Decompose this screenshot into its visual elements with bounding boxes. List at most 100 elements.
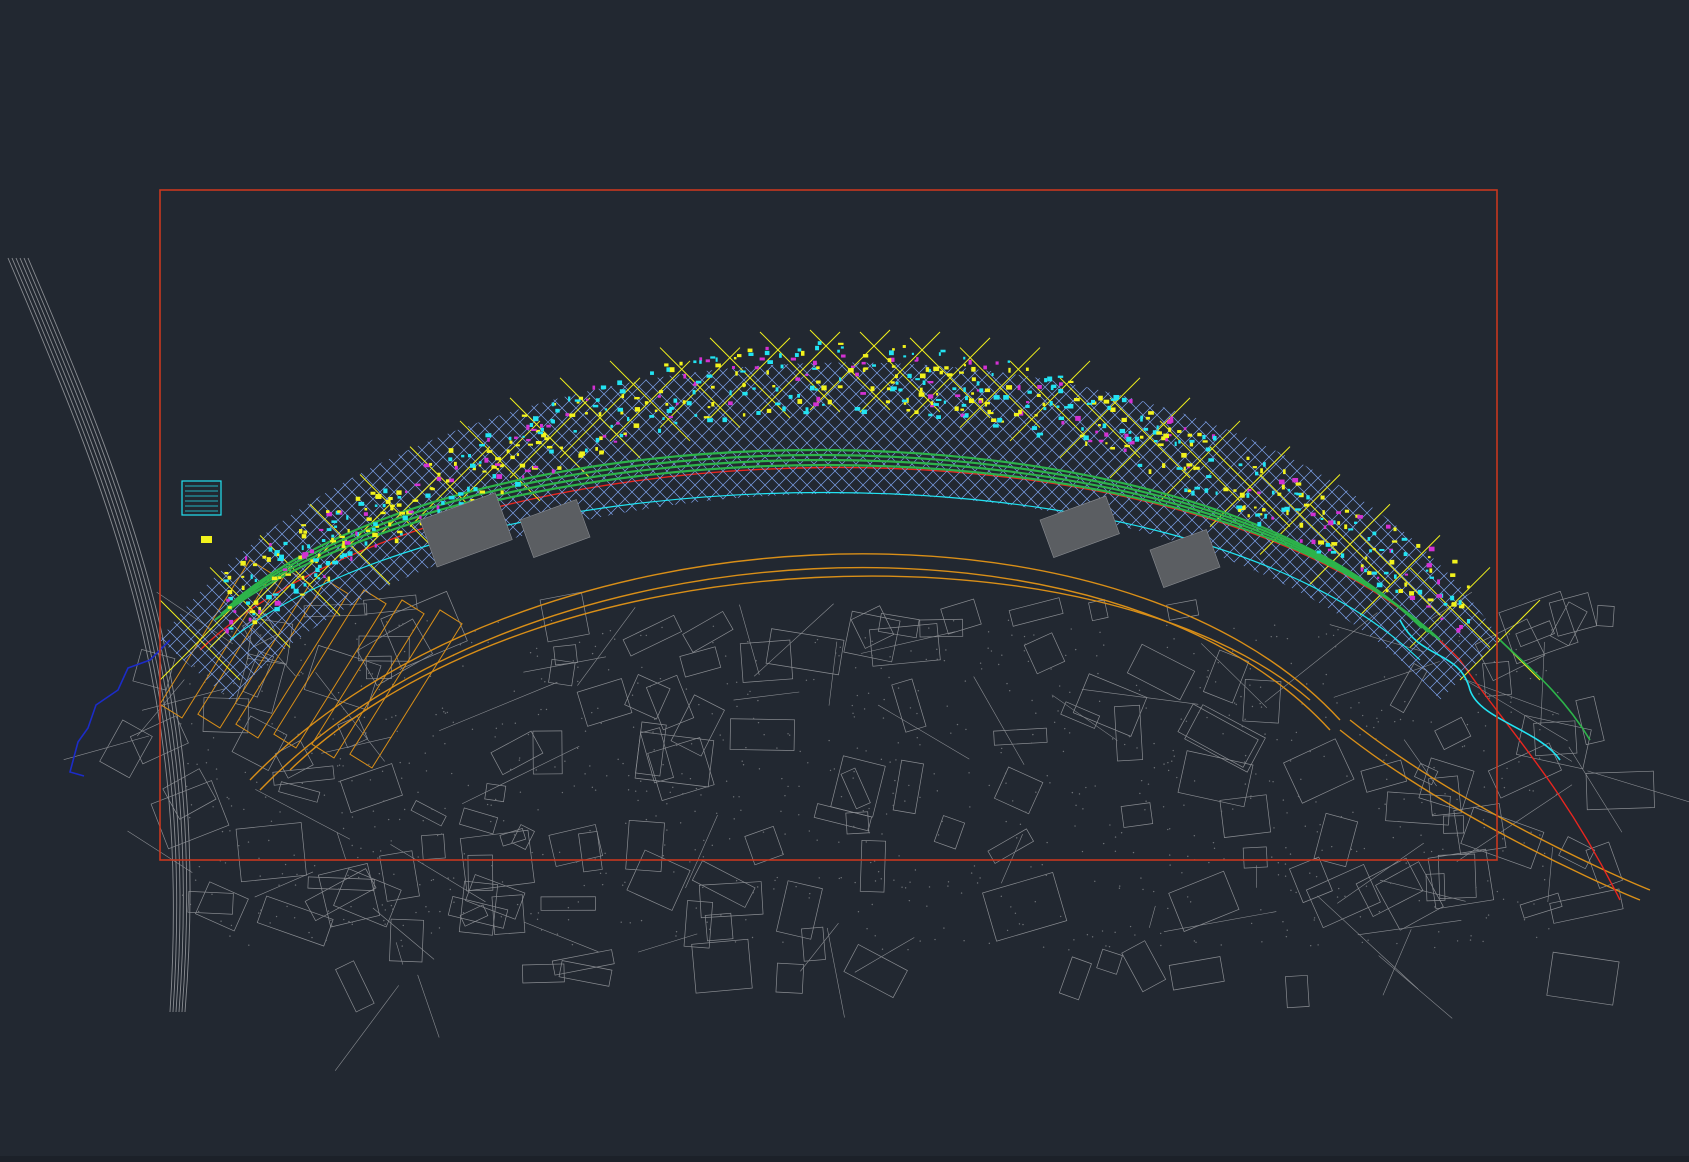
detail-mark bbox=[600, 385, 607, 390]
grid-line bbox=[839, 362, 1500, 700]
detail-mark bbox=[1187, 433, 1193, 437]
hatch-dot bbox=[387, 818, 390, 821]
detail-mark bbox=[1156, 431, 1162, 435]
hatch-dot bbox=[212, 737, 215, 739]
grid-line bbox=[0, 0, 4, 900]
building-outline bbox=[1549, 601, 1588, 647]
detail-mark bbox=[458, 492, 464, 496]
grid-line bbox=[1413, 362, 1500, 700]
hatch-dot bbox=[694, 810, 696, 813]
hatch-dot bbox=[567, 919, 570, 921]
grid-line bbox=[0, 0, 74, 900]
detail-mark bbox=[1369, 549, 1372, 553]
detail-mark bbox=[925, 367, 930, 372]
street-line bbox=[1379, 879, 1466, 902]
detail-mark bbox=[467, 453, 472, 458]
hatch-dot bbox=[1290, 662, 1292, 665]
hatch-dot bbox=[828, 739, 830, 742]
detail-mark bbox=[961, 403, 967, 407]
grid-line bbox=[811, 362, 1500, 700]
hatch-dot bbox=[302, 673, 304, 675]
hatch-dot bbox=[1523, 919, 1526, 921]
grid-line bbox=[0, 0, 18, 900]
detail-mark bbox=[940, 349, 946, 353]
detail-mark bbox=[1049, 401, 1053, 406]
hatch-dot bbox=[988, 784, 990, 787]
hatch-dot bbox=[271, 723, 273, 725]
hatch-dot bbox=[1502, 850, 1504, 852]
detail-mark bbox=[816, 366, 820, 370]
hatch-dot bbox=[1316, 831, 1319, 833]
detail-mark bbox=[816, 396, 821, 402]
hatch-dot bbox=[952, 620, 955, 622]
hatch-dot bbox=[1295, 731, 1298, 734]
hatch-dot bbox=[808, 897, 810, 899]
hatch-dot bbox=[1373, 726, 1375, 729]
detail-mark bbox=[519, 463, 526, 468]
detail-mark bbox=[936, 392, 939, 396]
detail-mark bbox=[1194, 486, 1201, 490]
hatch-dot bbox=[979, 877, 981, 879]
hatch-dot bbox=[1027, 660, 1030, 663]
grid-line bbox=[160, 362, 341, 700]
grid-line bbox=[1497, 362, 1500, 700]
hatch-dot bbox=[1068, 732, 1071, 734]
hatch-dot bbox=[1074, 825, 1076, 827]
hatch-dot bbox=[1052, 696, 1054, 698]
detail-mark bbox=[1068, 380, 1074, 384]
grid-line bbox=[1427, 362, 1500, 700]
building-outline bbox=[982, 872, 1068, 942]
hatch-dot bbox=[1386, 778, 1388, 781]
detail-mark bbox=[300, 593, 305, 596]
drawing-viewport[interactable] bbox=[0, 0, 1689, 1162]
grid-line bbox=[1105, 362, 1500, 700]
detail-mark bbox=[827, 399, 832, 405]
hatch-dot bbox=[1456, 940, 1459, 942]
hatch-dot bbox=[787, 733, 789, 735]
hatch-dot bbox=[987, 631, 990, 633]
detail-mark bbox=[1416, 543, 1421, 548]
hatch-dot bbox=[403, 677, 406, 679]
building-outline bbox=[162, 768, 217, 820]
grid-line bbox=[160, 362, 327, 700]
hatch-dot bbox=[1502, 898, 1505, 900]
hatch-dot bbox=[426, 620, 428, 622]
hatch-dot bbox=[747, 640, 749, 643]
building-outline bbox=[843, 943, 908, 999]
grid-line bbox=[160, 362, 439, 700]
hatch-dot bbox=[854, 881, 856, 884]
detail-mark bbox=[1271, 516, 1275, 520]
street-line bbox=[462, 745, 580, 805]
detail-mark bbox=[1204, 488, 1209, 493]
detail-mark bbox=[782, 406, 786, 412]
hatch-dot bbox=[343, 918, 345, 921]
grid-line bbox=[160, 362, 705, 700]
hatch-dot bbox=[1233, 702, 1236, 704]
hatch-dot bbox=[1168, 828, 1171, 830]
detail-mark bbox=[1466, 585, 1470, 589]
building-outline bbox=[765, 628, 845, 676]
hatch-dot bbox=[1332, 634, 1335, 637]
detail-mark bbox=[694, 414, 698, 417]
hatch-dot bbox=[681, 773, 683, 775]
detail-mark bbox=[241, 585, 245, 591]
building-outline bbox=[775, 962, 805, 994]
hatch-dot bbox=[914, 869, 917, 871]
hatch-dot bbox=[594, 789, 597, 791]
detail-mark bbox=[314, 573, 318, 577]
hatch-dot bbox=[1114, 931, 1116, 934]
detail-mark bbox=[634, 407, 640, 412]
hatch-dot bbox=[1074, 648, 1077, 651]
cad-drawing[interactable] bbox=[0, 0, 1689, 1162]
detail-mark bbox=[627, 416, 630, 422]
grid-line bbox=[1301, 362, 1500, 700]
building-outline bbox=[1487, 742, 1562, 799]
street-line bbox=[826, 927, 845, 1018]
hatch-dot bbox=[1404, 700, 1406, 703]
hatch-dot bbox=[649, 685, 651, 688]
hatch-dot bbox=[945, 649, 947, 651]
hatch-dot bbox=[620, 921, 622, 923]
hatch-dot bbox=[865, 841, 867, 843]
detail-mark bbox=[1377, 576, 1380, 579]
detail-mark bbox=[1206, 475, 1212, 479]
